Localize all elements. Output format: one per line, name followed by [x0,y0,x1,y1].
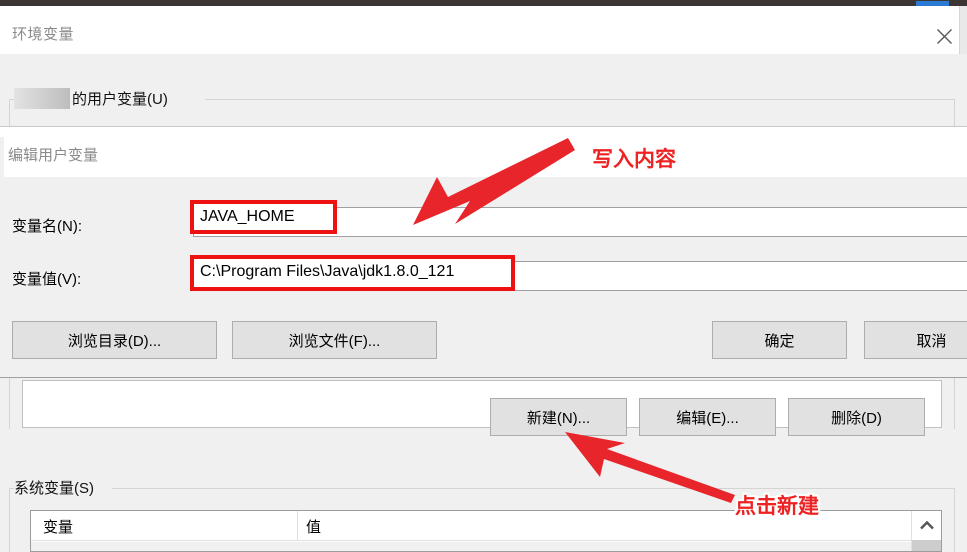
edit-button[interactable]: 编辑(E)... [639,398,776,436]
chevron-up-icon [920,521,934,530]
censored-username [14,88,70,109]
column-header-variable[interactable]: 变量 [43,516,73,537]
variable-name-label: 变量名(N): [12,218,82,235]
user-variables-group-label: 的用户变量(U) [14,88,168,109]
user-group-border-top [205,99,955,100]
ok-button[interactable]: 确定 [712,321,847,359]
scroll-up-button[interactable] [912,511,941,540]
user-group-label-text: 的用户变量(U) [72,91,168,108]
scrollbar-thumb[interactable] [912,540,941,551]
system-variables-group-label: 系统变量(S) [14,477,100,498]
page-title: 环境变量 [12,26,75,43]
system-group-border-left [9,488,10,552]
cancel-button[interactable]: 取消 [864,321,967,359]
variable-value-label: 变量值(V): [12,271,82,288]
window-right-edge [959,6,967,54]
screen: 环境变量 的用户变量(U) 新建(N)... 编辑(E)... 删除(D) 系统… [0,0,967,552]
title-bar: 环境变量 [0,6,967,54]
browse-directory-button[interactable]: 浏览目录(D)... [12,321,217,359]
close-icon [936,28,952,44]
new-button[interactable]: 新建(N)... [490,398,627,436]
column-divider [297,511,298,541]
system-group-border-right [954,488,955,552]
variable-name-highlight-box [190,200,337,234]
table-vertical-scrollbar[interactable] [911,511,941,551]
edit-dialog-top-spacer [0,127,967,137]
system-variables-table[interactable]: 变量 值 [30,510,942,552]
browse-file-button[interactable]: 浏览文件(F)... [232,321,437,359]
system-group-border-top [112,488,955,489]
edit-dialog-title-text: 编辑用户变量 [8,147,99,164]
table-header-row: 变量 值 [31,511,941,551]
edit-dialog-title-bar: 编辑用户变量 [4,137,967,177]
delete-button[interactable]: 删除(D) [788,398,925,436]
variable-value-highlight-box [190,255,515,291]
table-row[interactable] [31,542,911,551]
column-header-value[interactable]: 值 [306,516,321,537]
